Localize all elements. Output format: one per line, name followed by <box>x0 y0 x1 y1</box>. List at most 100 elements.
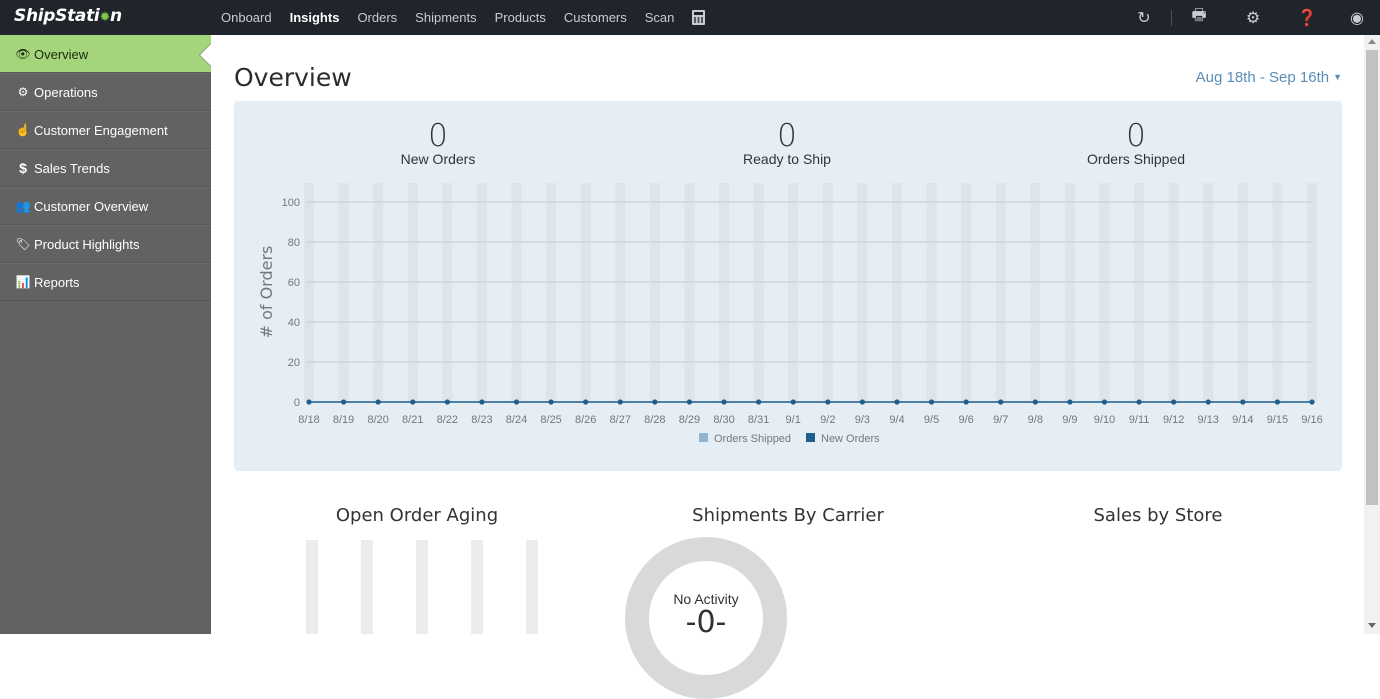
point-new-orders <box>375 399 381 405</box>
scroll-thumb[interactable] <box>1366 50 1378 505</box>
x-tick-label: 8/19 <box>333 414 354 426</box>
nav-insights[interactable]: Insights <box>290 10 340 25</box>
scrollbar[interactable] <box>1364 35 1380 634</box>
sidebar-item-customer-engagement[interactable]: ☝ Customer Engagement <box>0 111 211 149</box>
sidebar-item-customer-overview[interactable]: 👥 Customer Overview <box>0 187 211 225</box>
sidebar-item-operations[interactable]: ⚙ Operations <box>0 73 211 111</box>
bar-slot <box>649 183 660 402</box>
sidebar-item-label: Customer Engagement <box>34 122 168 138</box>
sidebar-item-product-highlights[interactable]: 🏷 Product Highlights <box>0 225 211 263</box>
point-new-orders <box>513 399 520 405</box>
point-new-orders <box>583 399 589 405</box>
help-icon[interactable]: ❓ <box>1280 8 1334 28</box>
bar-slot <box>580 183 591 402</box>
page-title: Overview <box>234 63 352 92</box>
y-tick-label: 20 <box>288 357 300 369</box>
x-tick-label: 9/13 <box>1198 414 1219 426</box>
bar-slot <box>476 183 487 402</box>
y-tick-label: 80 <box>288 237 300 249</box>
point-new-orders <box>1240 399 1246 405</box>
x-tick-label: 9/10 <box>1094 414 1115 426</box>
bar-slot <box>615 183 626 402</box>
gear-icon[interactable]: ⚙ <box>1226 8 1280 28</box>
orders-chart: 0 20 40 60 80 100 # of Orders 8/18 8/19 8/20 8/21 8… <box>257 183 1323 445</box>
point-new-orders <box>928 399 935 405</box>
bar-chart-icon: 📊 <box>15 275 31 289</box>
user-icon[interactable]: ◉ <box>1334 8 1380 28</box>
x-tick-label: 9/16 <box>1301 414 1322 426</box>
sidebar-item-label: Operations <box>34 84 98 100</box>
bar-slot <box>719 183 730 402</box>
x-tick-label: 9/14 <box>1232 414 1253 426</box>
point-new-orders <box>963 399 969 405</box>
point-new-orders <box>306 399 312 405</box>
eye-icon: 👁 <box>15 47 31 61</box>
date-range-picker[interactable]: Aug 18th - Sep 16th ▼ <box>1196 69 1342 86</box>
point-new-orders <box>1309 399 1315 405</box>
nav-customers[interactable]: Customers <box>564 10 627 25</box>
x-tick-label: 9/6 <box>958 414 973 426</box>
bar-slot <box>1307 183 1317 402</box>
calculator-icon[interactable] <box>692 10 706 25</box>
x-tick-label: 9/5 <box>924 414 939 426</box>
bar-slot <box>1030 183 1041 402</box>
y-axis-label: # of Orders <box>257 246 276 339</box>
y-tick-label: 60 <box>288 277 300 289</box>
point-new-orders <box>1032 399 1038 405</box>
aging-bar <box>361 540 373 634</box>
sidebar-item-sales-trends[interactable]: $ Sales Trends <box>0 149 211 187</box>
sidebar-item-reports[interactable]: 📊 Reports <box>0 263 211 301</box>
scroll-up-arrow-icon[interactable] <box>1368 39 1376 44</box>
bar-slot <box>1168 183 1179 402</box>
x-tick-label: 8/28 <box>644 414 665 426</box>
sidebar-item-label: Reports <box>34 274 80 290</box>
x-tick-label: 9/12 <box>1163 414 1184 426</box>
nav-scan[interactable]: Scan <box>645 10 675 25</box>
point-new-orders <box>479 399 485 405</box>
bar-slot <box>511 183 522 402</box>
bar-slot <box>1272 183 1283 402</box>
main-content: Overview Aug 18th - Sep 16th ▼ 0 New Orde… <box>211 35 1364 699</box>
nav-orders[interactable]: Orders <box>357 10 397 25</box>
point-new-orders <box>548 399 554 405</box>
x-tick-label: 8/21 <box>402 414 423 426</box>
sales-by-store-title: Sales by Store <box>1093 505 1223 526</box>
y-tick-label: 100 <box>282 197 300 209</box>
nav-products[interactable]: Products <box>495 10 546 25</box>
nav-shipments[interactable]: Shipments <box>415 10 476 25</box>
bar-slot <box>961 183 972 402</box>
logo-gear-icon: ✹ <box>99 10 111 25</box>
nav-onboard[interactable]: Onboard <box>221 10 272 25</box>
x-tick-label: 8/18 <box>298 414 319 426</box>
x-tick-label: 9/15 <box>1267 414 1288 426</box>
printer-icon[interactable]: 🖶 <box>1172 4 1226 31</box>
point-new-orders <box>998 399 1004 405</box>
refresh-icon[interactable]: ↻ <box>1117 8 1171 28</box>
legend-label: New Orders <box>821 433 880 445</box>
point-new-orders <box>686 399 693 405</box>
bar-slot <box>684 183 695 402</box>
y-tick-label: 0 <box>294 397 300 409</box>
top-navbar: ShipStati✹n Onboard Insights Orders Ship… <box>0 0 1380 35</box>
point-new-orders <box>444 399 450 405</box>
hand-pointer-icon: ☝ <box>15 123 31 137</box>
sidebar: 👁 Overview ⚙ Operations ☝ Customer Engageme… <box>0 35 211 634</box>
cogs-icon: ⚙ <box>17 85 29 99</box>
bar-slot <box>857 183 868 402</box>
shipstation-logo[interactable]: ShipStati✹n <box>14 6 122 26</box>
x-tick-label: 8/29 <box>679 414 700 426</box>
point-new-orders <box>1101 399 1108 405</box>
x-tick-label: 9/9 <box>1062 414 1077 426</box>
legend-swatch <box>699 433 708 442</box>
bar-slot <box>373 183 384 402</box>
scroll-down-arrow-icon[interactable] <box>1368 623 1376 628</box>
bar-slot <box>891 183 902 402</box>
bar-slot <box>1064 183 1075 402</box>
dollar-icon: $ <box>19 160 27 176</box>
x-tick-label: 8/22 <box>437 414 458 426</box>
x-tick-label: 9/11 <box>1129 414 1150 426</box>
aging-bar <box>471 540 483 634</box>
point-new-orders <box>894 399 900 405</box>
sidebar-item-overview[interactable]: 👁 Overview <box>0 35 211 73</box>
bar-slot <box>822 183 833 402</box>
